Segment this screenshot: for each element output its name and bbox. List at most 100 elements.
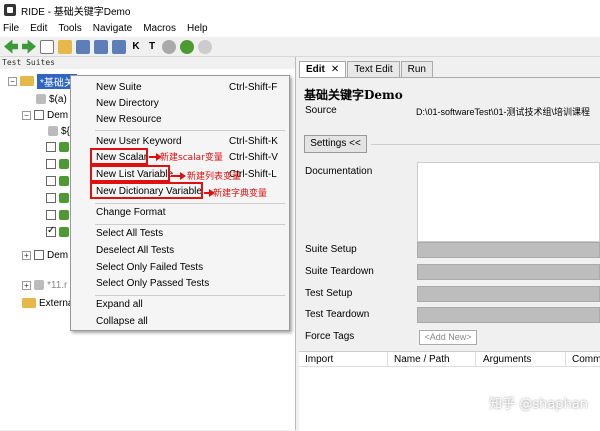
new-project-icon[interactable] [40, 39, 54, 54]
close-tab-icon[interactable]: ✕ [331, 64, 339, 75]
settings-toggle-button[interactable]: Settings << [304, 135, 367, 153]
tree-row-test-6[interactable] [46, 224, 72, 240]
test-checkbox[interactable] [46, 193, 56, 203]
tree-label-external: Externa [39, 297, 74, 309]
tree-row-test-2[interactable] [46, 156, 72, 172]
suite-checkbox[interactable] [34, 110, 44, 120]
save-icon[interactable] [94, 39, 108, 54]
test-case-icon [59, 193, 69, 203]
tree-row-variable[interactable]: $(a) [36, 91, 67, 107]
editor-panel: Edit ✕ Text Edit Run 基础关键字Demo Source D:\… [299, 57, 600, 431]
menu-item-collapse-all[interactable]: Collapse all [71, 314, 291, 330]
expand-toggle-icon[interactable]: + [22, 280, 31, 290]
menu-item-label: Change Format [96, 207, 166, 218]
tree-row-demo-suite-1[interactable]: − Dem [22, 107, 68, 123]
collapse-toggle-icon[interactable]: − [22, 110, 31, 120]
suite-teardown-field[interactable] [417, 264, 600, 280]
tree-row-test-1[interactable] [46, 139, 72, 155]
suite-checkbox[interactable] [34, 250, 44, 260]
test-case-icon [59, 176, 69, 186]
tab-text-edit[interactable]: Text Edit [347, 61, 400, 77]
suite-setup-field[interactable] [417, 242, 600, 258]
tree-row-demo-suite-2[interactable]: + Dem [22, 247, 68, 263]
tree-row-test-5[interactable] [46, 207, 72, 223]
column-divider [565, 352, 566, 368]
stop-icon[interactable] [198, 39, 212, 54]
variable-icon [48, 126, 58, 136]
tree-row-root-suite[interactable]: − *基础关 [8, 73, 77, 89]
menu-item-new-resource[interactable]: New Resource [71, 112, 291, 128]
menu-item-deselect-all-tests[interactable]: Deselect All Tests [71, 243, 291, 259]
tree-label-file-11: *11.r [47, 279, 68, 291]
add-new-tag-button[interactable]: <Add New> [419, 330, 477, 345]
test-checkbox[interactable] [46, 142, 56, 152]
column-import[interactable]: Import [305, 354, 333, 365]
test-teardown-label: Test Teardown [305, 309, 370, 320]
debug-icon[interactable] [180, 39, 194, 54]
column-arguments[interactable]: Arguments [483, 354, 531, 365]
tree-label-demo-2: Dem [47, 249, 69, 261]
tab-edit[interactable]: Edit ✕ [299, 61, 347, 77]
menu-tools[interactable]: Tools [58, 23, 81, 34]
test-setup-field[interactable] [417, 286, 600, 302]
menu-navigate[interactable]: Navigate [93, 23, 132, 34]
menu-help[interactable]: Help [187, 23, 208, 34]
test-checkbox[interactable] [46, 210, 56, 220]
menu-macros[interactable]: Macros [143, 23, 176, 34]
tree-row-file-11[interactable]: + *11.r [22, 277, 67, 293]
ride-app-icon [4, 4, 16, 16]
menu-item-shortcut: Ctrl-Shift-K [229, 136, 278, 147]
column-comment[interactable]: Comm [572, 354, 600, 365]
menu-item-expand-all[interactable]: Expand all [71, 297, 291, 313]
divider [371, 144, 600, 145]
back-arrow-icon[interactable] [4, 39, 18, 54]
tab-text-edit-label: Text Edit [354, 64, 393, 75]
column-name-path[interactable]: Name / Path [394, 354, 450, 365]
open-file-icon[interactable] [76, 39, 90, 54]
documentation-field[interactable] [417, 162, 600, 242]
menu-edit[interactable]: Edit [30, 23, 47, 34]
tree-row-test-3[interactable] [46, 173, 72, 189]
test-checkbox[interactable] [46, 176, 56, 186]
keyword-search-icon[interactable]: K [130, 40, 142, 54]
menu-item-new-directory[interactable]: New Directory [71, 96, 291, 112]
menu-item-select-all-tests[interactable]: Select All Tests [71, 226, 291, 242]
tree-row-test-4[interactable] [46, 190, 72, 206]
highlight-box-list [90, 165, 170, 182]
highlight-box-scalar [90, 148, 148, 165]
column-divider [475, 352, 476, 368]
test-case-icon [59, 227, 69, 237]
menu-item-change-format[interactable]: Change Format [71, 205, 291, 221]
test-checkbox-checked[interactable] [46, 225, 56, 237]
test-checkbox[interactable] [46, 159, 56, 169]
menu-item-label: Select All Tests [96, 228, 164, 239]
save-all-icon[interactable] [112, 39, 126, 54]
menu-item-label: Select Only Passed Tests [96, 278, 210, 289]
menu-file[interactable]: File [3, 23, 19, 34]
menu-item-select-passed-tests[interactable]: Select Only Passed Tests [71, 276, 291, 292]
tab-run[interactable]: Run [400, 61, 433, 77]
folder-icon [20, 76, 34, 86]
open-folder-icon[interactable] [58, 39, 72, 54]
menu-item-new-suite[interactable]: New Suite Ctrl-Shift-F [71, 80, 291, 96]
expand-toggle-icon[interactable]: + [22, 250, 31, 260]
tree-row-variable-2[interactable]: ${ [48, 123, 70, 139]
menu-separator [95, 130, 285, 131]
test-search-icon[interactable]: T [146, 40, 158, 54]
annotation-arrow [171, 172, 186, 180]
suite-title: 基础关键字Demo [304, 88, 403, 102]
suite-editor: 基础关键字Demo Source D:\01-softwareTest\01-测… [299, 77, 600, 431]
collapse-toggle-icon[interactable]: − [8, 76, 17, 86]
run-icon[interactable] [162, 39, 176, 54]
test-case-icon [59, 159, 69, 169]
tree-row-external[interactable]: Externa [22, 295, 73, 311]
force-tags-label: Force Tags [305, 331, 355, 342]
test-setup-label: Test Setup [305, 288, 353, 299]
menu-item-select-failed-tests[interactable]: Select Only Failed Tests [71, 260, 291, 276]
menu-item-label: New Suite [96, 82, 142, 93]
menu-item-label: New Resource [96, 114, 162, 125]
window-title: RIDE - 基础关键字Demo [21, 6, 131, 18]
menu-item-label: Deselect All Tests [96, 245, 175, 256]
test-teardown-field[interactable] [417, 307, 600, 323]
forward-arrow-icon[interactable] [22, 39, 36, 54]
